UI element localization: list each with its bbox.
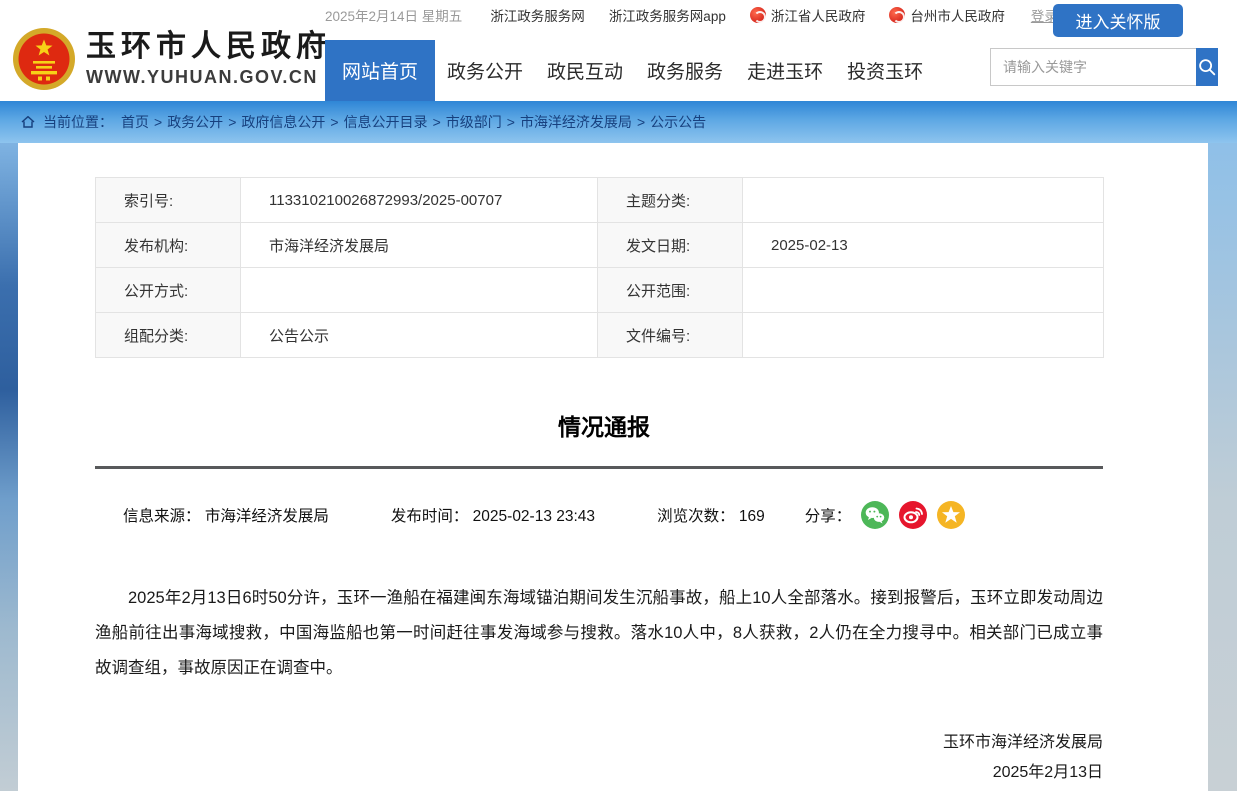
- crumb-home[interactable]: 首页: [121, 112, 167, 132]
- meta-label-issuer: 发布机构:: [96, 223, 241, 268]
- table-row: 公开方式: 公开范围:: [96, 268, 1104, 313]
- link-zjzwfw-app[interactable]: 浙江政务服务网app: [609, 5, 726, 25]
- link-label: 浙江政务服务网app: [609, 5, 726, 25]
- page-background: 索引号: 113310210026872993/2025-00707 主题分类:…: [0, 143, 1237, 791]
- zhejiang-gov-icon: [750, 7, 766, 23]
- info-time-value: 2025-02-13 23:43: [473, 508, 595, 525]
- meta-value-topic: [743, 178, 1104, 223]
- meta-value-category: 公告公示: [241, 313, 598, 358]
- title-divider: [95, 466, 1103, 469]
- link-label: 浙江政务服务网: [490, 5, 585, 25]
- breadcrumb: 当前位置： 首页 政务公开 政府信息公开 信息公开目录 市级部门 市海洋经济发展…: [0, 101, 1237, 143]
- article-info-bar: 信息来源： 市海洋经济发展局 发布时间： 2025-02-13 23:43 浏览…: [95, 501, 1113, 529]
- current-date: 2025年2月14日 星期五: [325, 5, 462, 25]
- info-time-label: 发布时间：: [391, 508, 469, 525]
- site-search: [990, 48, 1218, 86]
- crumb-info-disclosure[interactable]: 政府信息公开: [241, 112, 343, 132]
- article-signature: 玉环市海洋经济发展局 2025年2月13日: [95, 728, 1103, 788]
- background-photo-left: [0, 143, 19, 791]
- site-url: WWW.YUHUAN.GOV.CN: [86, 67, 331, 88]
- signature-date: 2025年2月13日: [95, 758, 1103, 788]
- link-zjzwfw[interactable]: 浙江政务服务网: [490, 5, 585, 25]
- nav-about-yuhuan[interactable]: 走进玉环: [735, 40, 835, 101]
- info-source-label: 信息来源：: [123, 508, 201, 525]
- meta-value-issuer: 市海洋经济发展局: [241, 223, 598, 268]
- meta-label-open-method: 公开方式:: [96, 268, 241, 313]
- info-source: 信息来源： 市海洋经济发展局: [123, 504, 329, 526]
- info-publish-time: 发布时间： 2025-02-13 23:43: [391, 504, 595, 526]
- accessibility-version-button[interactable]: 进入关怀版: [1053, 4, 1183, 37]
- crumb-gov-affairs[interactable]: 政务公开: [167, 112, 241, 132]
- crumb-marine-bureau[interactable]: 市海洋经济发展局: [520, 112, 650, 132]
- info-views-value: 169: [739, 508, 765, 525]
- article-title: 情况通报: [95, 408, 1113, 442]
- taizhou-gov-icon: [889, 7, 905, 23]
- signature-org: 玉环市海洋经济发展局: [95, 728, 1103, 758]
- link-taizhou-gov[interactable]: 台州市人民政府: [889, 5, 1005, 25]
- main-nav: 网站首页 政务公开 政民互动 政务服务 走进玉环 投资玉环: [325, 40, 935, 101]
- meta-value-index: 113310210026872993/2025-00707: [241, 178, 598, 223]
- search-input[interactable]: [990, 48, 1196, 86]
- info-view-count: 浏览次数： 169: [657, 504, 765, 526]
- meta-value-open-method: [241, 268, 598, 313]
- meta-label-doc-number: 文件编号:: [598, 313, 743, 358]
- breadcrumb-prefix: 当前位置：: [43, 112, 113, 132]
- nav-home[interactable]: 网站首页: [325, 40, 435, 101]
- meta-label-topic: 主题分类:: [598, 178, 743, 223]
- meta-value-doc-number: [743, 313, 1104, 358]
- document-meta-table: 索引号: 113310210026872993/2025-00707 主题分类:…: [95, 177, 1104, 358]
- nav-invest-yuhuan[interactable]: 投资玉环: [835, 40, 935, 101]
- weibo-share-icon[interactable]: [899, 501, 927, 529]
- nav-services[interactable]: 政务服务: [635, 40, 735, 101]
- content-card: 索引号: 113310210026872993/2025-00707 主题分类:…: [18, 143, 1208, 791]
- article-body: 2025年2月13日6时50分许，玉环一渔船在福建闽东海域锚泊期间发生沉船事故，…: [95, 581, 1103, 686]
- table-row: 组配分类: 公告公示 文件编号:: [96, 313, 1104, 358]
- nav-gov-affairs[interactable]: 政务公开: [435, 40, 535, 101]
- qzone-share-icon[interactable]: [937, 501, 965, 529]
- home-icon: [20, 114, 36, 130]
- meta-label-category: 组配分类:: [96, 313, 241, 358]
- site-logo[interactable]: 玉环市人民政府 WWW.YUHUAN.GOV.CN: [12, 27, 331, 91]
- link-zhejiang-gov[interactable]: 浙江省人民政府: [750, 5, 866, 25]
- search-button[interactable]: [1196, 48, 1218, 86]
- share-label: 分享：: [805, 504, 852, 526]
- meta-value-issue-date: 2025-02-13: [743, 223, 1104, 268]
- table-row: 索引号: 113310210026872993/2025-00707 主题分类:: [96, 178, 1104, 223]
- meta-label-issue-date: 发文日期:: [598, 223, 743, 268]
- nav-interaction[interactable]: 政民互动: [535, 40, 635, 101]
- meta-label-index: 索引号:: [96, 178, 241, 223]
- link-label: 浙江省人民政府: [771, 5, 866, 25]
- topbar: 2025年2月14日 星期五 浙江政务服务网 浙江政务服务网app 浙江省人民政…: [325, 0, 1058, 29]
- site-header: 玉环市人民政府 WWW.YUHUAN.GOV.CN 2025年2月14日 星期五…: [0, 0, 1237, 101]
- search-icon: [1196, 56, 1218, 78]
- crumb-city-departments[interactable]: 市级部门: [446, 112, 520, 132]
- background-photo-right: [1208, 143, 1237, 791]
- wechat-share-icon[interactable]: [861, 501, 889, 529]
- crumb-disclosure-catalog[interactable]: 信息公开目录: [344, 112, 446, 132]
- crumb-public-notices[interactable]: 公示公告: [650, 112, 706, 132]
- site-name: 玉环市人民政府: [86, 30, 331, 64]
- link-label: 台州市人民政府: [910, 5, 1005, 25]
- meta-label-open-scope: 公开范围:: [598, 268, 743, 313]
- meta-value-open-scope: [743, 268, 1104, 313]
- national-emblem-icon: [12, 27, 76, 91]
- share-group: 分享：: [805, 501, 966, 529]
- table-row: 发布机构: 市海洋经济发展局 发文日期: 2025-02-13: [96, 223, 1104, 268]
- info-views-label: 浏览次数：: [657, 508, 735, 525]
- info-source-value: 市海洋经济发展局: [205, 508, 329, 525]
